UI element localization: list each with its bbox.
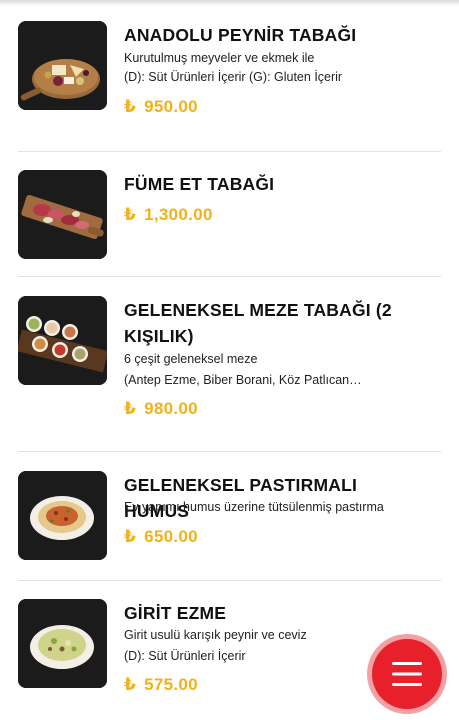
lira-icon: ₺ — [124, 97, 137, 116]
meze-plates-icon — [18, 296, 107, 385]
smoked-meat-board-icon — [18, 170, 107, 259]
menu-page: ANADOLU PEYNİR TABAĞI Kurutulmuş meyvele… — [0, 0, 459, 720]
hummus-bowl-icon — [18, 471, 107, 560]
menu-fab-inner[interactable] — [372, 639, 442, 709]
menu-fab-button[interactable] — [367, 634, 447, 714]
lira-icon: ₺ — [124, 399, 137, 418]
item-title: GELENEKSEL MEZE TABAĞI (2 KIŞILIK) — [124, 300, 392, 346]
item-price: ₺ 980.00 — [124, 399, 198, 418]
girit-ezme-image — [18, 599, 107, 688]
item-description-more: (Antep Ezme, Biber Borani, Köz Patlıcan… — [124, 373, 362, 387]
meze-plates-image — [18, 296, 107, 385]
item-description: 6 çeşit geleneksel meze — [124, 352, 258, 366]
lira-icon: ₺ — [124, 675, 137, 694]
item-title: FÜME ET TABAĞI — [124, 174, 275, 194]
menu-item-pastirmali-humus[interactable]: GELENEKSEL PASTIRMALI HUMUS Ev yapımı hu… — [18, 471, 441, 560]
item-title: ANADOLU PEYNİR TABAĞI — [124, 25, 357, 45]
hamburger-menu-icon — [392, 662, 422, 686]
item-divider — [18, 451, 441, 452]
item-price: ₺ 650.00 — [124, 527, 198, 546]
item-description: Ev yapımı humus üzerine tütsülenmiş past… — [124, 500, 384, 514]
item-divider — [18, 276, 441, 277]
girit-ezme-bowl-icon — [18, 599, 107, 688]
cheese-platter-image — [18, 21, 107, 110]
item-price: ₺ 1,300.00 — [124, 205, 213, 224]
item-divider — [18, 151, 441, 152]
item-title: GİRİT EZME — [124, 603, 227, 623]
item-description: Kurutulmuş meyveler ve ekmek ile — [124, 51, 315, 65]
item-price: ₺ 575.00 — [124, 675, 198, 694]
item-price: ₺ 950.00 — [124, 97, 198, 116]
smoked-meat-image — [18, 170, 107, 259]
cheese-platter-icon — [18, 21, 107, 110]
lira-icon: ₺ — [124, 527, 137, 546]
item-allergens: (D): Süt Ürünleri İçerir (G): Gluten İçe… — [124, 70, 343, 84]
item-divider — [18, 580, 441, 581]
menu-item-geleneksel-meze[interactable]: GELENEKSEL MEZE TABAĞI (2 KIŞILIK) 6 çeş… — [18, 296, 441, 426]
hummus-image — [18, 471, 107, 560]
item-description: Girit usulü karışık peynir ve ceviz — [124, 628, 307, 642]
lira-icon: ₺ — [124, 205, 137, 224]
menu-item-fume-et[interactable]: FÜME ET TABAĞI ₺ 1,300.00 — [18, 170, 441, 259]
menu-item-anadolu-peynir[interactable]: ANADOLU PEYNİR TABAĞI Kurutulmuş meyvele… — [18, 21, 441, 131]
header-shadow — [0, 0, 459, 6]
